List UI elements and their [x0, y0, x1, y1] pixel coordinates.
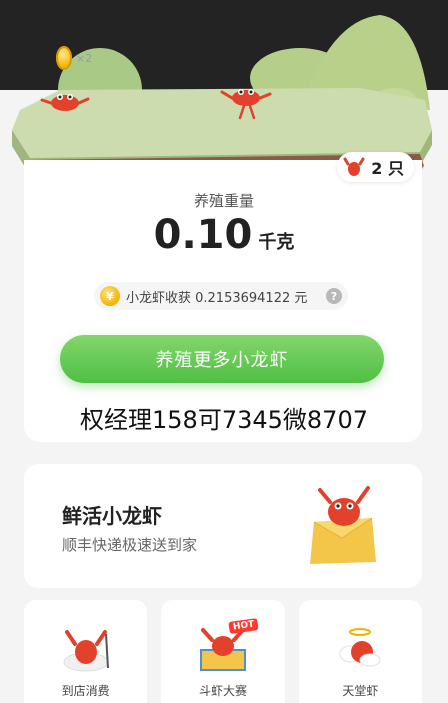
promo-card[interactable]: 鲜活小龙虾 顺丰快递极速送到家 [24, 464, 422, 588]
breed-more-button[interactable]: 养殖更多小龙虾 [60, 335, 384, 383]
feature-tiles: 到店消费 HOT 斗虾大赛 天堂虾 [24, 600, 422, 703]
shrimp-count-badge[interactable]: 2 只 [337, 152, 414, 182]
weight-label: 养殖重量 [193, 192, 254, 210]
income-pill[interactable]: ¥ 小龙虾收获 0.2153694122 元 ? [94, 282, 348, 310]
promo-title: 鲜活小龙虾 [62, 504, 162, 528]
tile-lobster-contest[interactable]: HOT 斗虾大赛 [161, 600, 285, 703]
promo-subtitle: 顺丰快递极速送到家 [62, 536, 198, 554]
tile-label: 天堂虾 [342, 684, 379, 698]
coin-multiplier: ×2 [76, 51, 93, 65]
coin-icon [56, 46, 72, 70]
angel-lobster-icon [339, 628, 381, 667]
tile-label: 到店消费 [61, 684, 110, 698]
hot-badge: HOT [228, 618, 260, 634]
restaurant-lobster-icon [63, 630, 109, 672]
tile-label: 斗虾大赛 [198, 684, 247, 698]
weight-unit: 千克 [258, 232, 295, 253]
weight-value: 0.10 [153, 212, 253, 258]
tile-heaven-shrimp[interactable]: 天堂虾 [298, 600, 422, 703]
lobster-badge-icon [341, 154, 368, 180]
lobster-box-icon [310, 486, 376, 564]
tile-store-consumption[interactable]: 到店消费 [24, 600, 148, 703]
coin-counter[interactable]: ×2 [56, 46, 92, 70]
help-icon[interactable]: ? [326, 288, 342, 304]
coin-icon: ¥ [100, 286, 120, 306]
contact-text: 权经理158可7345微8707 [80, 406, 368, 434]
income-text: 小龙虾收获 0.2153694122 元 [126, 290, 308, 306]
shrimp-count: 2 只 [371, 159, 404, 178]
weight-display: 0.10 千克 [0, 212, 448, 258]
